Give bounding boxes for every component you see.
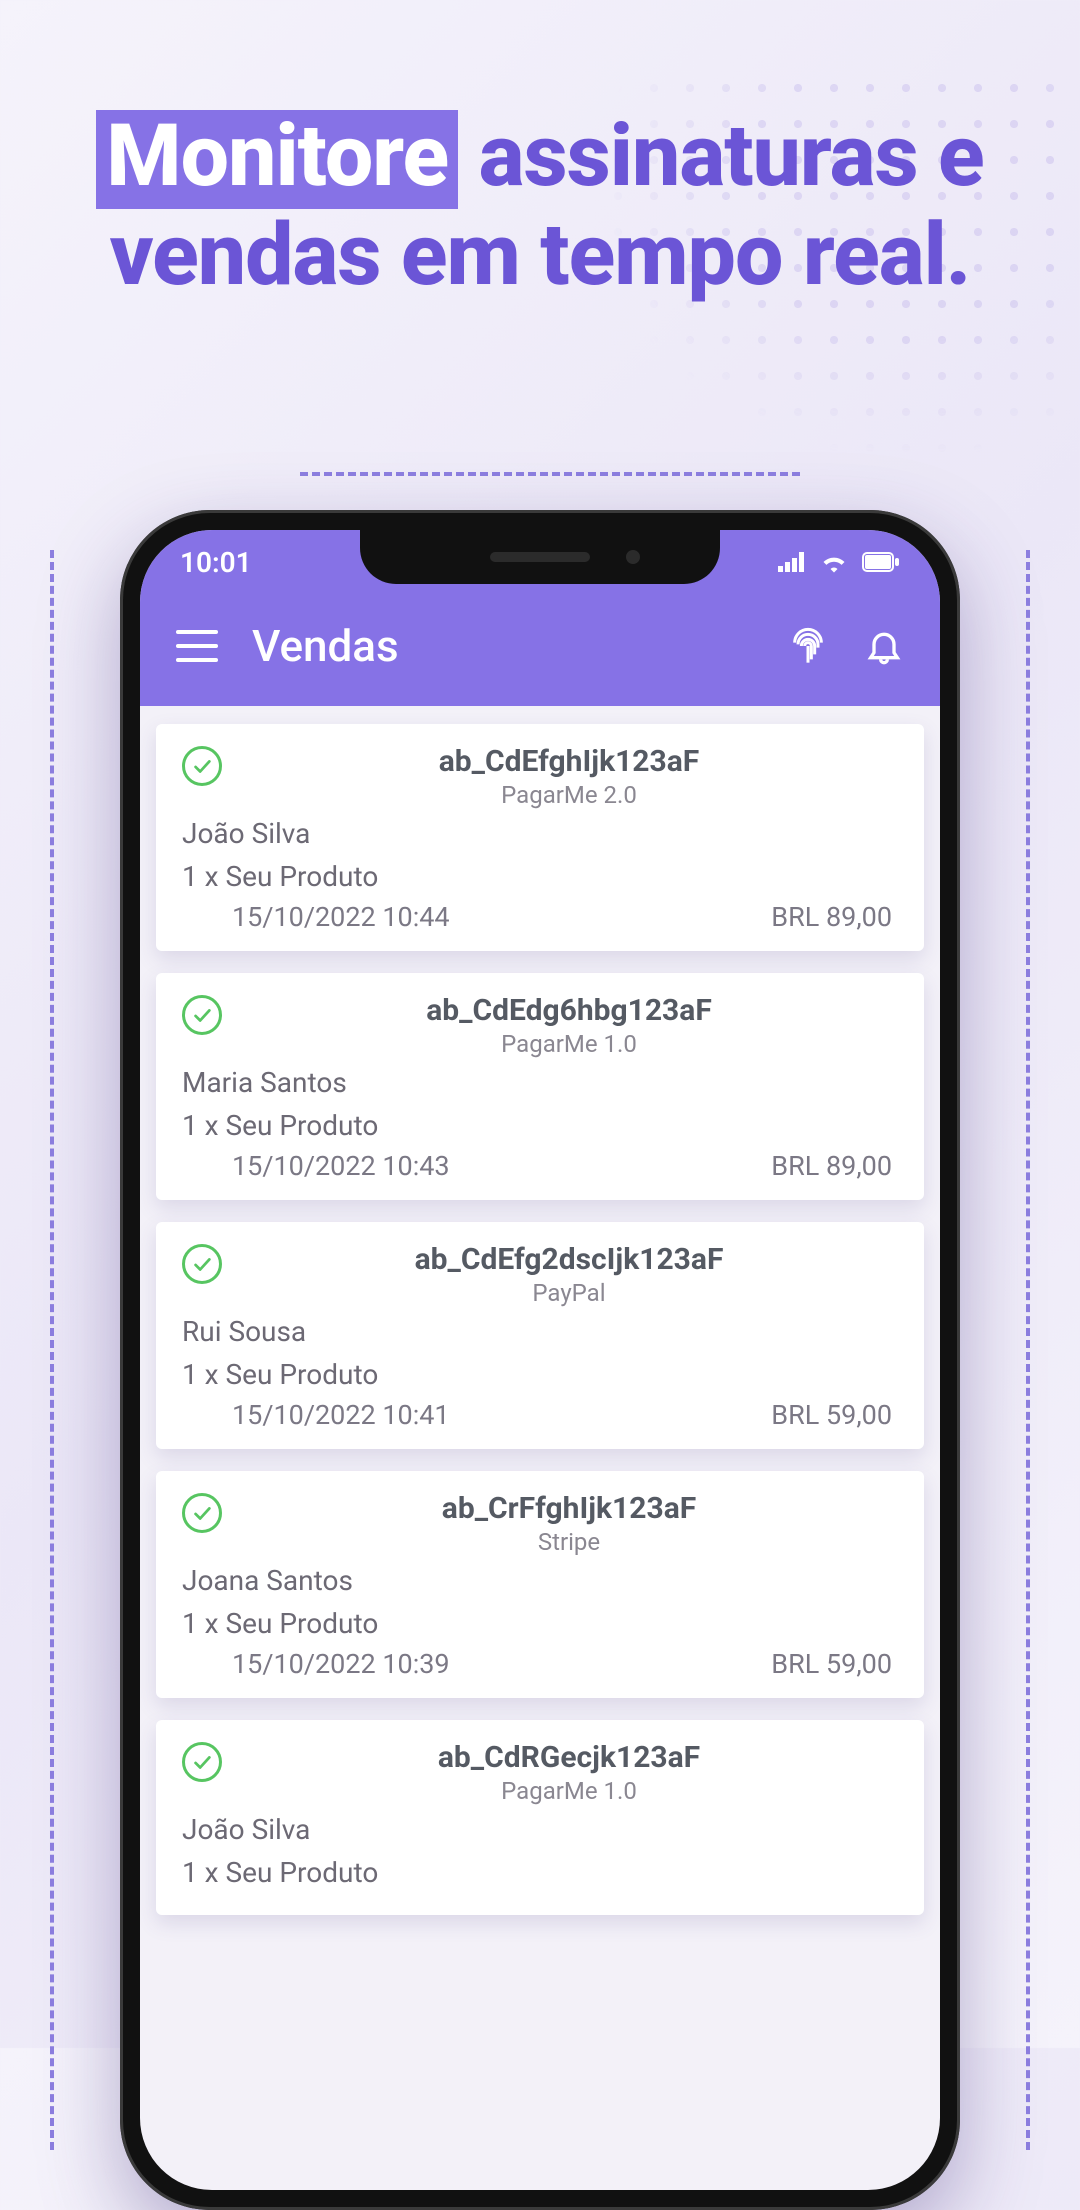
wifi-icon — [820, 551, 848, 573]
product-line: 1 x Seu Produto — [182, 1358, 898, 1391]
decorative-dash — [50, 550, 54, 2150]
customer-name: Joana Santos — [182, 1564, 898, 1597]
signal-icon — [778, 552, 806, 572]
sale-datetime: 15/10/2022 10:39 — [232, 1648, 450, 1680]
transaction-id: ab_CdEfg2dscIjk123aF — [240, 1242, 898, 1277]
product-line: 1 x Seu Produto — [182, 860, 898, 893]
product-line: 1 x Seu Produto — [182, 1856, 898, 1889]
sale-card[interactable]: ab_CrFfghIjk123aF Stripe Joana Santos 1 … — [156, 1471, 924, 1698]
bell-icon[interactable] — [864, 626, 904, 666]
sale-amount: BRL 89,00 — [771, 1150, 892, 1182]
success-check-icon — [182, 1742, 222, 1782]
customer-name: Rui Sousa — [182, 1315, 898, 1348]
success-check-icon — [182, 1493, 222, 1533]
gateway-label: PagarMe 1.0 — [240, 1777, 898, 1805]
sale-datetime: 15/10/2022 10:44 — [232, 901, 450, 933]
success-check-icon — [182, 746, 222, 786]
battery-icon — [862, 552, 900, 572]
phone-mockup: 10:01 Vendas — [120, 510, 960, 2210]
sale-amount: BRL 59,00 — [771, 1648, 892, 1680]
menu-button[interactable] — [176, 630, 218, 662]
success-check-icon — [182, 995, 222, 1035]
fingerprint-icon[interactable] — [788, 626, 828, 666]
transaction-id: ab_CdRGecjk123aF — [240, 1740, 898, 1775]
page-title: Vendas — [252, 620, 754, 672]
app-header: Vendas — [140, 594, 940, 706]
gateway-label: Stripe — [240, 1528, 898, 1556]
headline-part1: assinaturas e — [479, 105, 984, 206]
sale-datetime: 15/10/2022 10:41 — [232, 1399, 450, 1431]
status-time: 10:01 — [180, 546, 252, 579]
sales-list[interactable]: ab_CdEfghIjk123aF PagarMe 2.0 João Silva… — [140, 706, 940, 1933]
sale-card[interactable]: ab_CdEfghIjk123aF PagarMe 2.0 João Silva… — [156, 724, 924, 951]
marketing-headline: Monitore assinaturas e vendas em tempo r… — [0, 110, 1080, 302]
transaction-id: ab_CrFfghIjk123aF — [240, 1491, 898, 1526]
transaction-id: ab_CdEfghIjk123aF — [240, 744, 898, 779]
customer-name: Maria Santos — [182, 1066, 898, 1099]
customer-name: João Silva — [182, 817, 898, 850]
product-line: 1 x Seu Produto — [182, 1109, 898, 1142]
customer-name: João Silva — [182, 1813, 898, 1846]
sale-datetime: 15/10/2022 10:43 — [232, 1150, 450, 1182]
headline-line2: vendas em tempo real. — [110, 204, 971, 305]
sale-card[interactable]: ab_CdEdg6hbg123aF PagarMe 1.0 Maria Sant… — [156, 973, 924, 1200]
product-line: 1 x Seu Produto — [182, 1607, 898, 1640]
headline-highlight: Monitore — [96, 110, 458, 209]
transaction-id: ab_CdEdg6hbg123aF — [240, 993, 898, 1028]
sale-amount: BRL 89,00 — [771, 901, 892, 933]
phone-notch — [360, 530, 720, 584]
success-check-icon — [182, 1244, 222, 1284]
sale-card[interactable]: ab_CdRGecjk123aF PagarMe 1.0 João Silva … — [156, 1720, 924, 1915]
gateway-label: PayPal — [240, 1279, 898, 1307]
sale-card[interactable]: ab_CdEfg2dscIjk123aF PayPal Rui Sousa 1 … — [156, 1222, 924, 1449]
decorative-dash — [300, 472, 800, 476]
sale-amount: BRL 59,00 — [771, 1399, 892, 1431]
gateway-label: PagarMe 1.0 — [240, 1030, 898, 1058]
decorative-dash — [1026, 550, 1030, 2150]
gateway-label: PagarMe 2.0 — [240, 781, 898, 809]
